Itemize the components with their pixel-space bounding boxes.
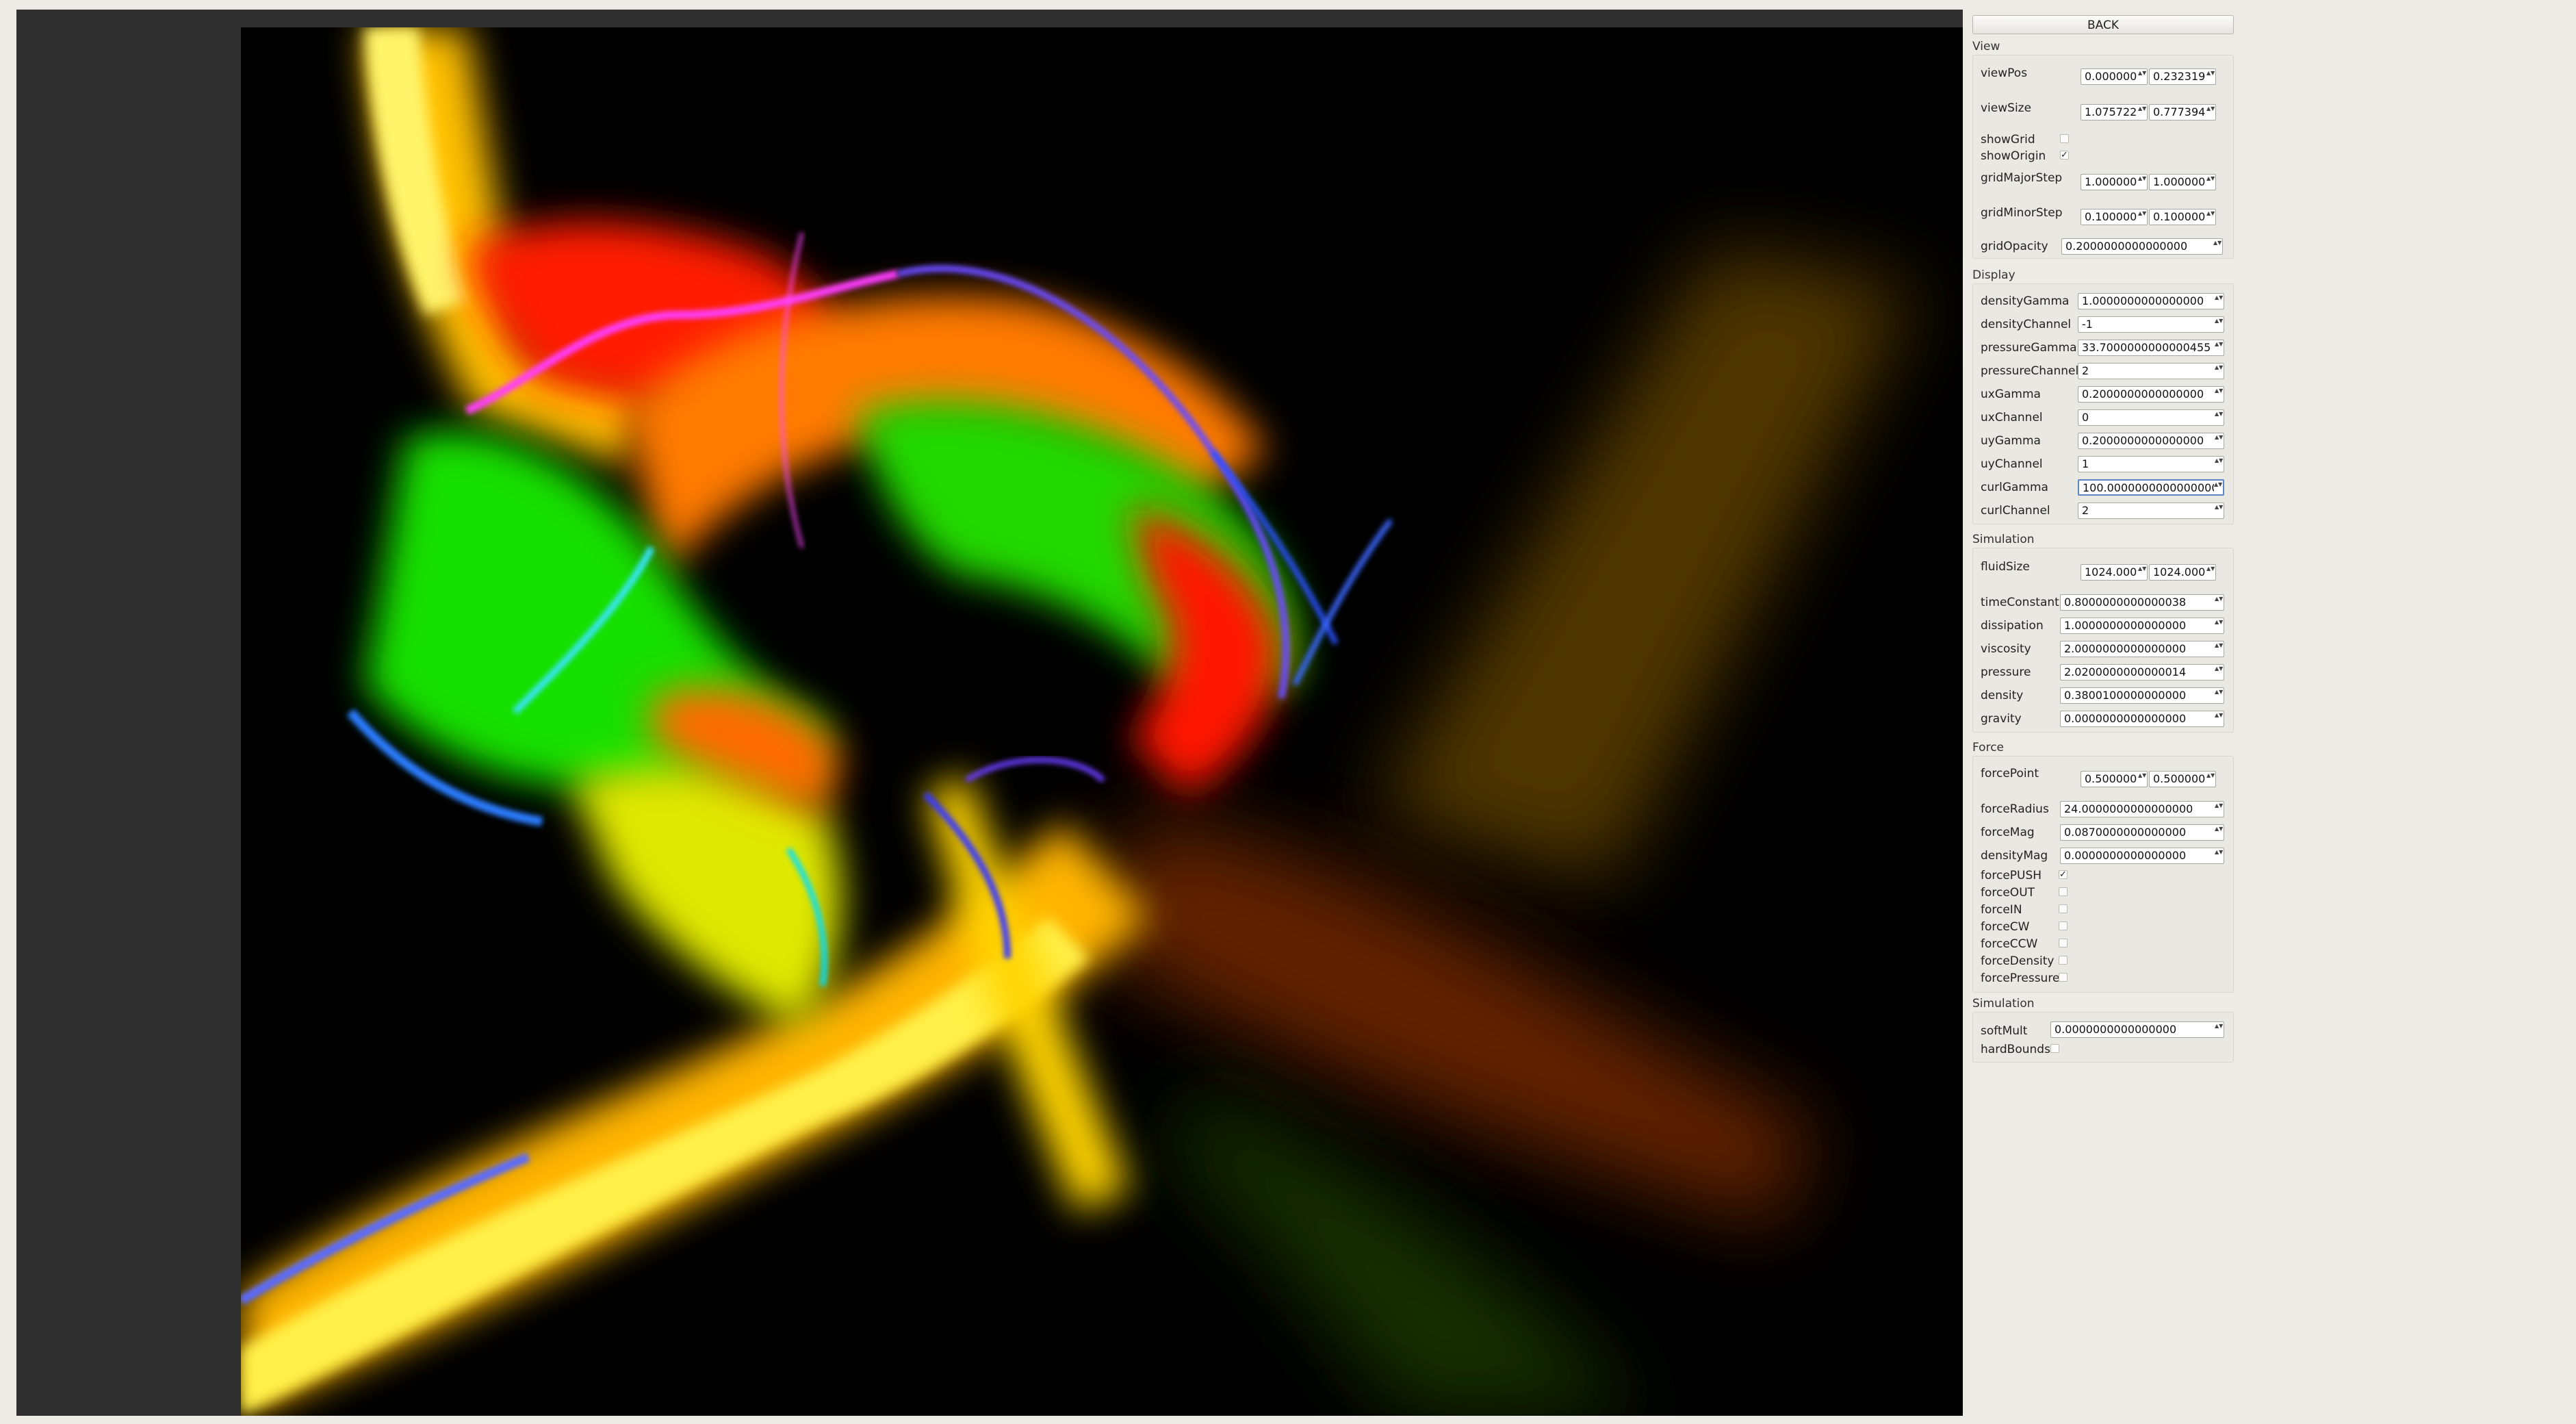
gridMajorStep-x-spinbox[interactable]: 1.000000 ▲▼ xyxy=(2081,174,2148,190)
label-densityChannel: densityChannel xyxy=(1981,318,2072,331)
label-forceIN: forceIN xyxy=(1981,903,2022,917)
label-uyGamma: uyGamma xyxy=(1981,434,2041,448)
viewSize-y-spinbox[interactable]: 0.777394 ▲▼ xyxy=(2149,104,2216,120)
label-gridMajorStep: gridMajorStep xyxy=(1981,171,2063,185)
forcePoint-x-spinbox[interactable]: 0.500000 ▲▼ xyxy=(2081,771,2148,787)
label-density: density xyxy=(1981,689,2024,702)
gravity-spinbox[interactable]: 0.0000000000000000 ▲▼ xyxy=(2060,711,2224,727)
uyChannel-spinbox[interactable]: 1 ▲▼ xyxy=(2078,456,2224,472)
pressureGamma-spinbox[interactable]: 33.7000000000000455 ▲▼ xyxy=(2078,340,2224,356)
label-forcePoint: forcePoint xyxy=(1981,767,2039,780)
label-dissipation: dissipation xyxy=(1981,619,2044,633)
timeConstant-spinbox[interactable]: 0.8000000000000038 ▲▼ xyxy=(2060,594,2224,611)
pressure-spinbox[interactable]: 2.0200000000000014 ▲▼ xyxy=(2060,664,2224,681)
label-softMult: softMult xyxy=(1981,1024,2028,1038)
uxChannel-spinbox[interactable]: 0 ▲▼ xyxy=(2078,409,2224,426)
hardBounds-checkbox[interactable] xyxy=(2050,1044,2059,1053)
back-button[interactable]: BACK xyxy=(1972,15,2234,34)
fluid-render-image xyxy=(241,27,1979,1416)
label-pressure: pressure xyxy=(1981,665,2031,679)
forceOUT-checkbox[interactable] xyxy=(2059,887,2068,896)
section-title-simulation-2: Simulation xyxy=(1972,997,2035,1010)
viewPos-y-spinbox[interactable]: 0.232319 ▲▼ xyxy=(2149,68,2216,85)
section-title-view: View xyxy=(1972,40,2000,53)
label-forceRadius: forceRadius xyxy=(1981,802,2049,816)
label-showOrigin: showOrigin xyxy=(1981,149,2046,163)
label-viscosity: viscosity xyxy=(1981,642,2031,656)
label-gravity: gravity xyxy=(1981,712,2022,726)
section-title-force: Force xyxy=(1972,741,2004,754)
forceIN-checkbox[interactable] xyxy=(2059,904,2068,913)
left-frame xyxy=(0,0,16,1424)
curlChannel-spinbox[interactable]: 2 ▲▼ xyxy=(2078,503,2224,519)
render-viewport xyxy=(16,10,1979,1416)
densityGamma-spinbox[interactable]: 1.0000000000000000 ▲▼ xyxy=(2078,293,2224,309)
fluidSize-y-spinbox[interactable]: 1024.000 ▲▼ xyxy=(2149,564,2216,581)
label-uxGamma: uxGamma xyxy=(1981,387,2041,401)
curlGamma-spinbox[interactable]: 100.0000000000000000 ▲▼ xyxy=(2078,479,2224,496)
forcePoint-y-spinbox[interactable]: 0.500000 ▲▼ xyxy=(2149,771,2216,787)
label-curlChannel: curlChannel xyxy=(1981,504,2050,518)
uyGamma-spinbox[interactable]: 0.2000000000000000 ▲▼ xyxy=(2078,433,2224,449)
forceRadius-spinbox[interactable]: 24.0000000000000000 ▲▼ xyxy=(2060,801,2224,817)
forceMag-spinbox[interactable]: 0.0870000000000000 ▲▼ xyxy=(2060,824,2224,841)
forceCW-checkbox[interactable] xyxy=(2059,921,2068,930)
label-hardBounds: hardBounds xyxy=(1981,1043,2050,1056)
fluid-simulation-canvas[interactable] xyxy=(241,27,1979,1416)
label-forcePUSH: forcePUSH xyxy=(1981,869,2042,882)
viewSize-x-spinbox[interactable]: 1.075722 ▲▼ xyxy=(2081,104,2148,120)
gridMinorStep-y-spinbox[interactable]: 0.100000 ▲▼ xyxy=(2149,209,2216,225)
section-title-display: Display xyxy=(1972,268,2015,282)
dissipation-spinbox[interactable]: 1.0000000000000000 ▲▼ xyxy=(2060,618,2224,634)
densityChannel-spinbox[interactable]: -1 ▲▼ xyxy=(2078,316,2224,333)
label-forceCCW: forceCCW xyxy=(1981,937,2038,951)
label-densityMag: densityMag xyxy=(1981,849,2048,863)
label-forceCW: forceCW xyxy=(1981,920,2030,934)
label-pressureChannel: pressureChannel xyxy=(1981,364,2079,378)
label-densityGamma: densityGamma xyxy=(1981,294,2070,308)
viewPos-x-spinbox[interactable]: 0.000000 ▲▼ xyxy=(2081,68,2148,85)
showOrigin-checkbox[interactable]: ✓ xyxy=(2060,151,2069,160)
label-uyChannel: uyChannel xyxy=(1981,457,2043,471)
gridMajorStep-y-spinbox[interactable]: 1.000000 ▲▼ xyxy=(2149,174,2216,190)
softMult-spinbox[interactable]: 0.0000000000000000 ▲▼ xyxy=(2050,1021,2224,1038)
forcePressure-checkbox[interactable] xyxy=(2059,973,2068,982)
viscosity-spinbox[interactable]: 2.0000000000000000 ▲▼ xyxy=(2060,641,2224,657)
section-title-simulation: Simulation xyxy=(1972,533,2035,546)
gridOpacity-spinbox[interactable]: 0.2000000000000000 ▲▼ xyxy=(2061,238,2223,255)
gridMinorStep-x-spinbox[interactable]: 0.100000 ▲▼ xyxy=(2081,209,2148,225)
label-timeConstant: timeConstant xyxy=(1981,596,2059,609)
label-forcePressure: forcePressure xyxy=(1981,971,2060,985)
label-showGrid: showGrid xyxy=(1981,133,2035,147)
density-spinbox[interactable]: 0.3800100000000000 ▲▼ xyxy=(2060,687,2224,704)
label-curlGamma: curlGamma xyxy=(1981,481,2048,494)
label-forceOUT: forceOUT xyxy=(1981,886,2035,900)
fluidSize-x-spinbox[interactable]: 1024.000 ▲▼ xyxy=(2081,564,2148,581)
label-pressureGamma: pressureGamma xyxy=(1981,341,2077,355)
uxGamma-spinbox[interactable]: 0.2000000000000000 ▲▼ xyxy=(2078,386,2224,403)
forceDensity-checkbox[interactable] xyxy=(2059,956,2068,965)
label-gridMinorStep: gridMinorStep xyxy=(1981,206,2063,220)
label-fluidSize: fluidSize xyxy=(1981,560,2030,574)
label-uxChannel: uxChannel xyxy=(1981,411,2043,424)
app-window: BACK View viewPos 0.000000 ▲▼ 0.232319 ▲▼ … xyxy=(0,0,2576,1424)
label-viewPos: viewPos xyxy=(1981,66,2028,80)
forceCCW-checkbox[interactable] xyxy=(2059,939,2068,948)
label-forceMag: forceMag xyxy=(1981,826,2035,839)
pressureChannel-spinbox[interactable]: 2 ▲▼ xyxy=(2078,363,2224,379)
settings-panel: BACK View viewPos 0.000000 ▲▼ 0.232319 ▲▼ … xyxy=(1963,0,2576,1424)
densityMag-spinbox[interactable]: 0.0000000000000000 ▲▼ xyxy=(2060,848,2224,864)
label-forceDensity: forceDensity xyxy=(1981,954,2055,968)
forcePUSH-checkbox[interactable]: ✓ xyxy=(2059,870,2068,879)
label-viewSize: viewSize xyxy=(1981,101,2032,115)
showGrid-checkbox[interactable] xyxy=(2060,134,2069,143)
label-gridOpacity: gridOpacity xyxy=(1981,240,2048,253)
